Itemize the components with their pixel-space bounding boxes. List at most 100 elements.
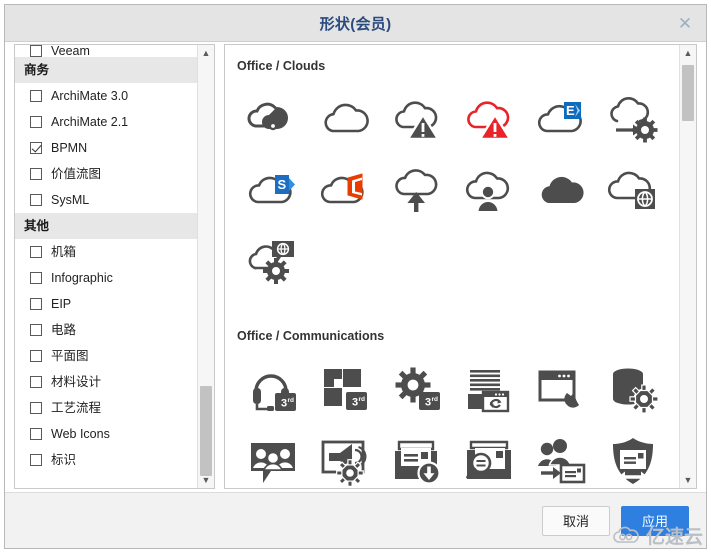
sidebar-item-label: 价值流图	[51, 166, 102, 181]
sidebar-group-header: 其他	[15, 213, 197, 239]
checkbox-电路[interactable]	[30, 324, 42, 336]
checkbox-ArchiMate 2.1[interactable]	[30, 116, 42, 128]
close-icon[interactable]: ✕	[674, 12, 696, 34]
cloud-globe-gear-icon[interactable]	[237, 227, 309, 299]
checkbox-材料设计[interactable]	[30, 376, 42, 388]
scroll-up-arrow-library[interactable]: ▲	[198, 45, 214, 61]
checkbox-SysML[interactable]	[30, 194, 42, 206]
scroll-down-arrow-preview[interactable]: ▼	[680, 472, 696, 488]
sidebar-item-label: EIP	[51, 296, 72, 311]
checkbox-ArchiMate 3.0[interactable]	[30, 90, 42, 102]
shape-preview-panel: Office / Clouds E S Office / Communications…	[224, 44, 697, 489]
sidebar-item-label: 标识	[51, 452, 77, 467]
cloud-warning-gray-icon[interactable]	[381, 83, 453, 155]
sidebar-item-Veeam[interactable]: Veeam	[15, 45, 197, 57]
shape-preview-area: Office / Clouds E S Office / Communications…	[225, 45, 679, 488]
checkbox-EIP[interactable]	[30, 298, 42, 310]
window-phone-icon[interactable]	[525, 353, 597, 425]
cloud-arrow-gear-icon[interactable]	[597, 83, 669, 155]
cloud-upload-icon[interactable]	[381, 155, 453, 227]
sidebar-item-BPMN[interactable]: BPMN	[15, 135, 197, 161]
scroll-up-arrow-preview[interactable]: ▲	[680, 45, 696, 61]
checkbox-平面图[interactable]	[30, 350, 42, 362]
sidebar-item-电路[interactable]: 电路	[15, 317, 197, 343]
checkbox-机箱[interactable]	[30, 246, 42, 258]
sidebar-item-label: ArchiMate 3.0	[51, 88, 129, 103]
cloud-connect-icon[interactable]	[237, 83, 309, 155]
blocks-third-party-icon[interactable]: 3rd	[309, 353, 381, 425]
documents-sync-window-icon[interactable]	[453, 353, 525, 425]
svg-text:rd: rd	[359, 396, 366, 403]
mail-search-icon[interactable]	[453, 425, 525, 488]
sidebar-item-label: 材料设计	[51, 374, 102, 389]
sidebar-item-label: 平面图	[51, 348, 89, 363]
cloud-warning-red-icon[interactable]	[453, 83, 525, 155]
sidebar-item-Web Icons[interactable]: Web Icons	[15, 421, 197, 447]
sidebar-item-ArchiMate 3.0[interactable]: ArchiMate 3.0	[15, 83, 197, 109]
checkbox-BPMN[interactable]	[30, 142, 42, 154]
mail-download-icon[interactable]	[381, 425, 453, 488]
sidebar-group-header: 商务	[15, 57, 197, 83]
shape-library-panel: Veeam 商务 ArchiMate 3.0 ArchiMate 2.1 BPMN 价值流…	[14, 44, 215, 489]
svg-text:rd: rd	[288, 397, 295, 404]
apply-button[interactable]: 应用	[621, 505, 689, 536]
cloud-exchange-icon[interactable]: E	[525, 83, 597, 155]
shape-library-list: Veeam 商务 ArchiMate 3.0 ArchiMate 2.1 BPMN 价值流…	[15, 45, 197, 488]
dialog-body: Veeam 商务 ArchiMate 3.0 ArchiMate 2.1 BPMN 价值流…	[5, 42, 706, 492]
svg-text:E: E	[566, 103, 575, 118]
shape-group-title: Office / Clouds	[237, 59, 326, 73]
library-scroll-thumb[interactable]	[200, 386, 212, 476]
announcement-gear-icon[interactable]	[309, 425, 381, 488]
preview-scroll-track[interactable]	[680, 61, 696, 472]
shield-mail-exchange-icon[interactable]	[597, 425, 669, 488]
svg-text:rd: rd	[432, 396, 439, 403]
svg-text:3: 3	[425, 397, 431, 409]
sidebar-item-价值流图[interactable]: 价值流图	[15, 161, 197, 187]
cloud-filled-icon[interactable]	[525, 155, 597, 227]
preview-scrollbar[interactable]: ▲ ▼	[679, 45, 696, 488]
dialog-titlebar: 形状(会员) ✕	[5, 5, 706, 42]
sidebar-item-label: 机箱	[51, 244, 77, 259]
sidebar-item-ArchiMate 2.1[interactable]: ArchiMate 2.1	[15, 109, 197, 135]
checkbox-Web Icons[interactable]	[30, 428, 42, 440]
shapes-dialog: 形状(会员) ✕ Veeam 商务 ArchiMate 3.0 ArchiMate 2…	[4, 4, 707, 549]
cloud-office-icon[interactable]	[309, 155, 381, 227]
checkbox-标识[interactable]	[30, 454, 42, 466]
checkbox-价值流图[interactable]	[30, 168, 42, 180]
checkbox-Infographic[interactable]	[30, 272, 42, 284]
sidebar-item-Infographic[interactable]: Infographic	[15, 265, 197, 291]
users-mail-transfer-icon[interactable]	[525, 425, 597, 488]
svg-text:3: 3	[281, 398, 287, 410]
svg-text:S: S	[278, 177, 287, 192]
group-chat-icon[interactable]	[237, 425, 309, 488]
headset-third-party-icon[interactable]: 3rd	[237, 353, 309, 425]
sidebar-item-EIP[interactable]: EIP	[15, 291, 197, 317]
sidebar-item-label: Web Icons	[51, 426, 110, 441]
checkbox-工艺流程[interactable]	[30, 402, 42, 414]
sidebar-item-label: ArchiMate 2.1	[51, 114, 129, 129]
sidebar-item-标识[interactable]: 标识	[15, 447, 197, 473]
sidebar-item-工艺流程[interactable]: 工艺流程	[15, 395, 197, 421]
library-scroll-track[interactable]	[198, 61, 214, 476]
sidebar-item-label: 电路	[51, 322, 77, 337]
dialog-title: 形状(会员)	[319, 15, 392, 33]
preview-scroll-thumb[interactable]	[682, 65, 694, 121]
sidebar-item-材料设计[interactable]: 材料设计	[15, 369, 197, 395]
sidebar-item-机箱[interactable]: 机箱	[15, 239, 197, 265]
dialog-footer: 取消 应用	[5, 492, 706, 548]
shape-icon-grid: 3rd 3rd 3rd	[237, 353, 679, 488]
cloud-globe-icon[interactable]	[597, 155, 669, 227]
database-gear-icon[interactable]	[597, 353, 669, 425]
sidebar-item-平面图[interactable]: 平面图	[15, 343, 197, 369]
sidebar-item-label: 工艺流程	[51, 400, 102, 415]
gear-third-party-icon[interactable]: 3rd	[381, 353, 453, 425]
cloud-user-icon[interactable]	[453, 155, 525, 227]
cancel-button[interactable]: 取消	[542, 505, 610, 536]
cloud-outline-icon[interactable]	[309, 83, 381, 155]
checkbox-Veeam[interactable]	[30, 45, 42, 57]
sidebar-item-label: SysML	[51, 192, 90, 207]
library-scrollbar[interactable]: ▲ ▼	[197, 45, 214, 488]
sidebar-item-SysML[interactable]: SysML	[15, 187, 197, 213]
cloud-sharepoint-icon[interactable]: S	[237, 155, 309, 227]
